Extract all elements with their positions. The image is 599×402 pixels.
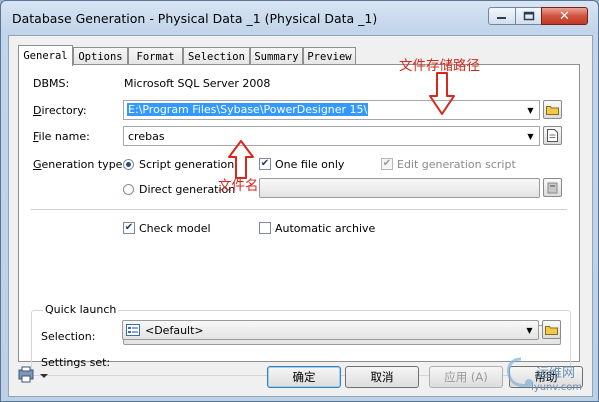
settings-set-label: Settings set: [41,356,111,369]
tab-options[interactable]: Options [73,47,128,65]
edit-script-label[interactable]: Edit generation script [397,158,516,171]
apply-button[interactable]: 应用 (A) [429,366,503,388]
window-title: Database Generation - Physical Data _1 (… [12,11,378,26]
chevron-down-icon[interactable]: ▼ [521,321,538,339]
path-annotation: 文件存储路径 [399,58,480,74]
printer-icon [18,366,48,383]
filename-value[interactable]: crebas [128,130,165,143]
tab-general[interactable]: General [18,45,73,66]
data-source-combo[interactable] [259,178,540,198]
chevron-down-icon[interactable]: ▼ [522,101,539,119]
down-arrow-annotation-icon [429,72,455,115]
settings-set-value[interactable]: <Default> [145,324,204,337]
directory-label: Directory: [33,104,87,117]
filename-annotation: 文件名 [218,178,259,194]
document-icon [547,129,558,142]
cancel-button[interactable]: 取消 [345,366,419,388]
watermark-text: 运维网 [536,366,576,381]
folder-icon [546,106,559,115]
filename-label: File name: [33,130,90,143]
folder-icon [545,326,558,335]
connect-icon [547,182,558,193]
directory-combo[interactable]: E:\Program Files\Sybase\PowerDesigner 15… [123,100,540,120]
script-generation-radio[interactable] [123,159,134,170]
dialog-client: General Options Format Selection Summary… [8,35,593,397]
minimize-icon [497,17,506,19]
tab-selection[interactable]: Selection [183,47,250,65]
chevron-down-icon[interactable]: ▼ [522,127,539,145]
close-button[interactable]: ✕ [541,7,588,25]
directory-value[interactable]: E:\Program Files\Sybase\PowerDesigner 15… [127,103,369,116]
tab-summary[interactable]: Summary [250,47,303,65]
ok-button[interactable]: 确定 [267,366,341,388]
check-model-checkbox[interactable]: ✔ [123,222,135,234]
options-menu-button[interactable] [18,366,50,387]
script-generation-label[interactable]: Script generation [139,158,234,171]
filename-combo[interactable]: crebas ▼ [123,126,540,146]
one-file-only-label[interactable]: One file only [275,158,344,171]
general-panel: DBMS: Microsoft SQL Server 2008 Director… [18,64,580,376]
title-bar[interactable]: Database Generation - Physical Data _1 (… [1,1,598,35]
browse-settings-button[interactable] [542,320,561,339]
dialog-window: Database Generation - Physical Data _1 (… [0,0,599,402]
generation-type-label: Generation type: [33,158,127,171]
watermark-url: iyunv.com [531,382,583,393]
automatic-archive-checkbox[interactable] [259,222,271,234]
tab-format[interactable]: Format [128,47,183,65]
connect-button[interactable] [543,178,562,197]
browse-directory-button[interactable] [543,100,562,119]
tab-preview[interactable]: Preview [303,47,356,65]
selection-label: Selection: [41,330,96,343]
quick-launch-title: Quick launch [43,303,119,316]
direct-generation-radio[interactable] [123,184,134,195]
minimize-button[interactable] [488,7,516,25]
dbms-value: Microsoft SQL Server 2008 [124,77,271,90]
settings-list-icon [126,324,140,336]
section-divider [31,209,567,210]
automatic-archive-label[interactable]: Automatic archive [275,222,375,235]
maximize-button[interactable] [515,7,542,25]
edit-script-checkbox[interactable]: ✔ [381,158,393,170]
edit-filename-button[interactable] [543,126,562,145]
check-model-label[interactable]: Check model [139,222,211,235]
one-file-only-checkbox[interactable]: ✔ [259,158,271,170]
dbms-label: DBMS: [33,77,70,90]
settings-set-combo[interactable]: <Default> ▼ [122,320,539,340]
close-icon: ✕ [559,8,570,24]
maximize-icon [523,11,534,21]
